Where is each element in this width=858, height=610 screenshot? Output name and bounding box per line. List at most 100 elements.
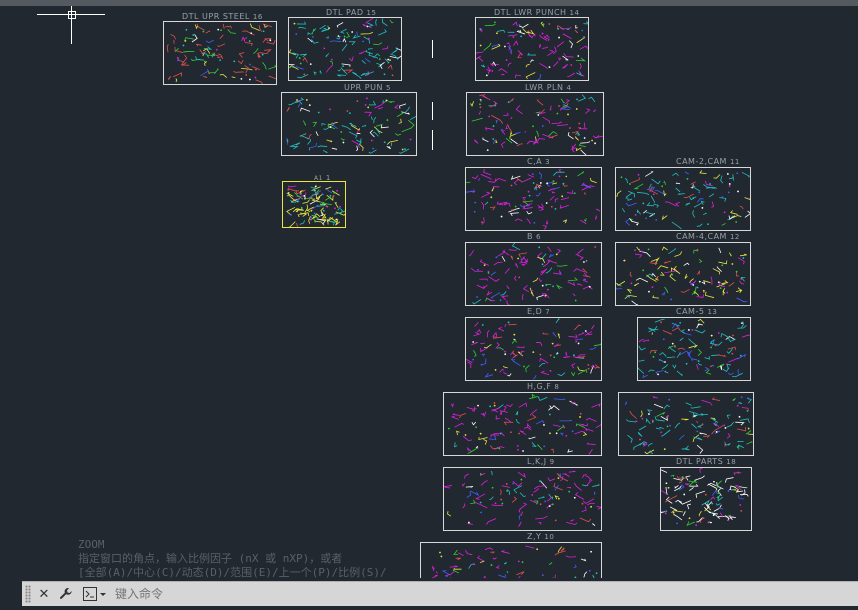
sheet-dtl-lwr-punch[interactable] [474, 17, 591, 81]
cad-stroke [697, 424, 703, 428]
marker-line [432, 130, 433, 150]
cad-stroke [495, 178, 507, 182]
cad-point [635, 420, 638, 423]
cad-point [493, 402, 496, 404]
cad-stroke [479, 99, 482, 102]
cad-stroke [465, 486, 474, 488]
cad-stroke [436, 571, 438, 575]
cad-point [479, 473, 482, 475]
wrench-icon[interactable] [57, 585, 75, 603]
cad-point [330, 58, 333, 61]
sheet-cam-5[interactable] [636, 317, 751, 381]
cad-stroke [358, 50, 367, 55]
cad-stroke [370, 116, 373, 120]
cad-stroke [693, 202, 703, 208]
cad-point [739, 354, 742, 357]
sheet-e-d[interactable] [461, 317, 604, 381]
cad-point [512, 482, 515, 485]
drag-grip-icon[interactable] [25, 585, 31, 603]
cad-stroke [329, 40, 342, 43]
sheet-dtl-parts[interactable] [656, 467, 752, 531]
cad-point [481, 324, 484, 326]
cad-point [717, 281, 720, 284]
cad-point [667, 486, 670, 489]
cad-stroke [661, 291, 666, 296]
cad-point [637, 173, 640, 176]
cad-stroke [568, 470, 576, 473]
cad-stroke [582, 285, 593, 290]
cad-stroke [382, 18, 388, 27]
cad-stroke [202, 75, 208, 79]
cad-point [310, 218, 313, 221]
cad-point [735, 221, 738, 223]
sheet-l-k-j[interactable] [439, 467, 603, 531]
cad-stroke [697, 362, 702, 366]
cad-stroke [633, 442, 643, 451]
cad-stroke [627, 434, 633, 444]
cad-stroke [672, 327, 681, 332]
cad-stroke [576, 283, 583, 286]
sheet-dtl-pad[interactable] [283, 16, 406, 81]
cad-point [549, 354, 552, 357]
cad-point [577, 55, 580, 57]
cad-point [510, 184, 513, 187]
cad-stroke [655, 427, 661, 430]
cad-stroke [672, 364, 677, 369]
cad-stroke [654, 416, 665, 422]
sheet-lwr-pln[interactable] [466, 92, 604, 156]
command-input[interactable] [113, 586, 797, 602]
sheet-cam-4[interactable] [612, 242, 751, 306]
cad-point [676, 522, 679, 525]
cad-stroke [227, 28, 236, 34]
close-icon[interactable]: ✕ [35, 585, 53, 603]
cad-point [686, 178, 689, 180]
cad-stroke [289, 145, 299, 150]
sheet-cam-extra[interactable] [618, 392, 757, 456]
sheet-title-b: B6 [527, 232, 541, 241]
command-prompt-icon[interactable] [83, 586, 109, 602]
cad-stroke [482, 285, 485, 289]
drawing-canvas[interactable]: DTL UPR STEEL 16 DTL PAD 15 DTL LWR PUNCH 1… [0, 6, 858, 578]
cad-point [702, 291, 705, 293]
cad-stroke [352, 72, 362, 79]
cad-stroke [510, 255, 514, 260]
cad-point [717, 496, 720, 499]
cad-stroke [337, 69, 342, 72]
cad-stroke [735, 421, 745, 426]
cad-point [645, 217, 648, 220]
sheet-z-y[interactable] [420, 542, 602, 578]
cad-stroke [317, 145, 328, 148]
cad-point [439, 551, 441, 554]
cad-stroke [538, 171, 542, 180]
sheet-c-a[interactable] [460, 167, 602, 231]
cad-stroke [322, 150, 329, 153]
cad-point [651, 420, 654, 423]
sheet-h-g-f[interactable] [443, 392, 603, 456]
cad-stroke [519, 502, 528, 510]
cad-point [326, 205, 329, 208]
sheet-cam-2[interactable] [615, 167, 753, 231]
cad-stroke [691, 286, 697, 296]
sheet-upr-pun[interactable] [281, 92, 417, 156]
cad-stroke [625, 202, 637, 207]
cad-stroke [690, 181, 696, 185]
cad-stroke [582, 268, 588, 274]
sheet-dtl-upr-steel[interactable] [163, 21, 278, 86]
cad-stroke [496, 29, 506, 33]
cad-point [514, 205, 517, 208]
cad-stroke [560, 432, 564, 436]
cad-point [546, 182, 549, 185]
cad-point [517, 560, 520, 563]
cad-point [488, 115, 491, 118]
cad-stroke [480, 342, 485, 345]
cad-stroke [238, 52, 245, 58]
cad-point [217, 28, 220, 31]
cad-stroke [675, 499, 683, 503]
cad-stroke [659, 426, 664, 430]
cad-stroke [595, 215, 597, 220]
sheet-a1[interactable] [282, 181, 347, 230]
cad-point [648, 290, 650, 293]
cad-stroke [336, 22, 344, 28]
sheet-b[interactable] [465, 241, 602, 307]
cad-point [504, 353, 507, 356]
